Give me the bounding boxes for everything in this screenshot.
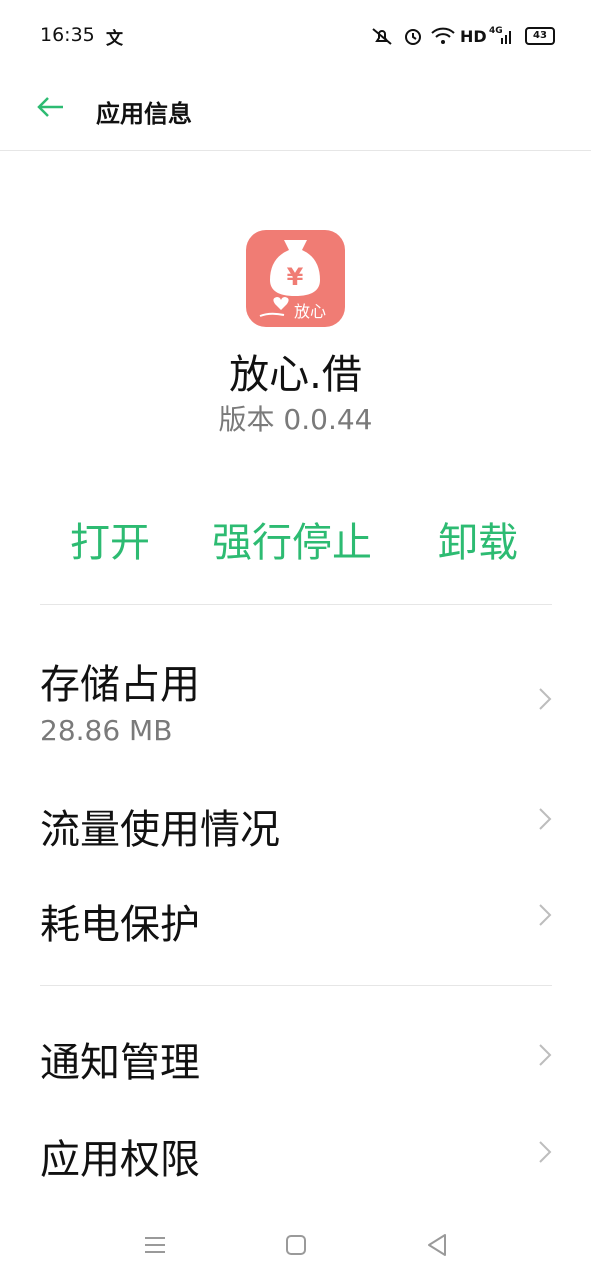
input-method-glyph: 文: [106, 29, 123, 49]
battery-level: 43: [525, 27, 555, 45]
app-name: 放心.借: [229, 352, 362, 398]
signal-icon: [500, 26, 514, 46]
notifications-label: 通知管理: [40, 1040, 200, 1086]
status-time: 16:35: [40, 24, 95, 46]
app-icon: ¥ 放心: [246, 230, 345, 327]
status-bar: 16:35 文 HD 4G 43: [0, 0, 591, 72]
chevron-right-icon: [536, 1139, 554, 1165]
page-title: 应用信息: [96, 100, 192, 128]
app-version: 版本 0.0.44: [218, 403, 373, 436]
permissions-row[interactable]: 应用权限: [0, 1115, 591, 1195]
data-usage-label: 流量使用情况: [40, 807, 280, 853]
chevron-right-icon: [536, 1042, 554, 1068]
storage-value: 28.86 MB: [40, 714, 173, 747]
back-triangle-icon[interactable]: [424, 1232, 450, 1258]
hd-indicator: HD: [460, 26, 487, 46]
divider: [40, 985, 552, 986]
battery-icon: 43: [525, 26, 555, 46]
notifications-row[interactable]: 通知管理: [0, 1018, 591, 1098]
uninstall-button[interactable]: 卸载: [438, 510, 518, 568]
storage-row[interactable]: 存储占用 28.86 MB: [0, 640, 591, 770]
home-icon[interactable]: [283, 1232, 309, 1258]
battery-protection-row[interactable]: 耗电保护: [0, 880, 591, 960]
alarm-icon: [402, 26, 424, 46]
divider: [40, 604, 552, 605]
wifi-icon: [430, 26, 456, 46]
navigation-bar: [0, 1220, 591, 1270]
storage-label: 存储占用: [40, 662, 200, 708]
battery-protection-label: 耗电保护: [40, 902, 200, 948]
action-bar: 打开 强行停止 卸载: [0, 510, 591, 570]
open-button[interactable]: 打开: [70, 510, 150, 568]
chevron-right-icon: [536, 902, 554, 928]
app-icon-text: 放心: [294, 302, 326, 321]
title-bar: 应用信息: [0, 72, 591, 151]
chevron-right-icon: [536, 686, 554, 712]
muted-notification-icon: [370, 26, 394, 46]
permissions-label: 应用权限: [40, 1137, 200, 1183]
arrow-left-icon[interactable]: [36, 92, 66, 122]
menu-icon[interactable]: [142, 1232, 168, 1258]
yen-symbol: ¥: [287, 263, 304, 291]
force-stop-button[interactable]: 强行停止: [212, 510, 372, 568]
chevron-right-icon: [536, 806, 554, 832]
data-usage-row[interactable]: 流量使用情况: [0, 785, 591, 865]
